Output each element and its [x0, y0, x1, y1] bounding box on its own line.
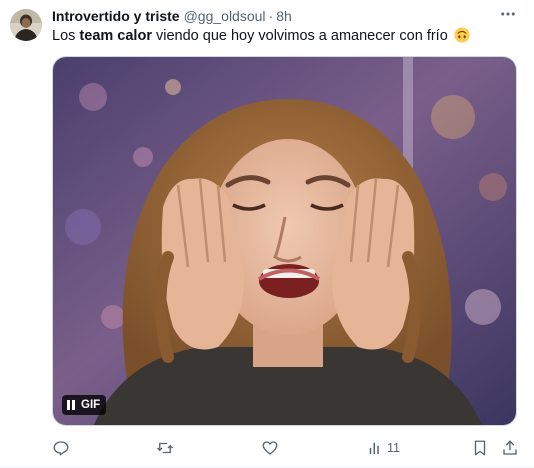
tweet-text-part: Los — [52, 28, 80, 44]
tweet[interactable]: Introvertido y triste @gg_oldsoul · 8h L… — [0, 0, 534, 468]
retweet-button[interactable] — [156, 438, 174, 458]
tweet-timestamp[interactable]: 8h — [276, 8, 292, 24]
bookmark-button[interactable] — [471, 438, 489, 458]
tweet-actions: 11 — [52, 438, 522, 458]
pause-icon — [67, 400, 75, 410]
share-icon — [503, 440, 517, 455]
tweet-header: Introvertido y triste @gg_oldsoul · 8h — [52, 7, 522, 25]
separator-dot: · — [268, 8, 274, 24]
heart-icon — [262, 441, 278, 455]
avatar-image — [10, 9, 42, 41]
author-display-name[interactable]: Introvertido y triste — [52, 8, 180, 24]
tweet-text-part: viendo que hoy volvimos a amanecer con f… — [151, 28, 448, 44]
retweet-icon — [157, 442, 173, 454]
more-icon — [501, 12, 515, 16]
share-button[interactable] — [501, 438, 519, 458]
reply-button[interactable] — [52, 438, 70, 458]
tweet-text-bold: team calor — [79, 28, 152, 44]
views-count: 11 — [387, 441, 400, 455]
more-options-button[interactable] — [496, 4, 520, 24]
gif-image — [53, 57, 516, 425]
avatar[interactable] — [10, 9, 42, 41]
gif-badge[interactable]: GIF — [62, 395, 107, 415]
tweet-text: Los team calor viendo que hoy volvimos a… — [52, 26, 522, 46]
reply-icon — [53, 441, 69, 456]
analytics-icon — [369, 442, 379, 454]
bookmark-icon — [474, 440, 486, 456]
like-button[interactable] — [261, 438, 279, 458]
views-button[interactable]: 11 — [366, 438, 400, 458]
upside-down-face-emoji — [454, 27, 470, 43]
author-handle[interactable]: @gg_oldsoul — [184, 8, 266, 24]
gif-badge-label: GIF — [81, 399, 101, 411]
gif-media[interactable]: GIF — [52, 56, 517, 426]
